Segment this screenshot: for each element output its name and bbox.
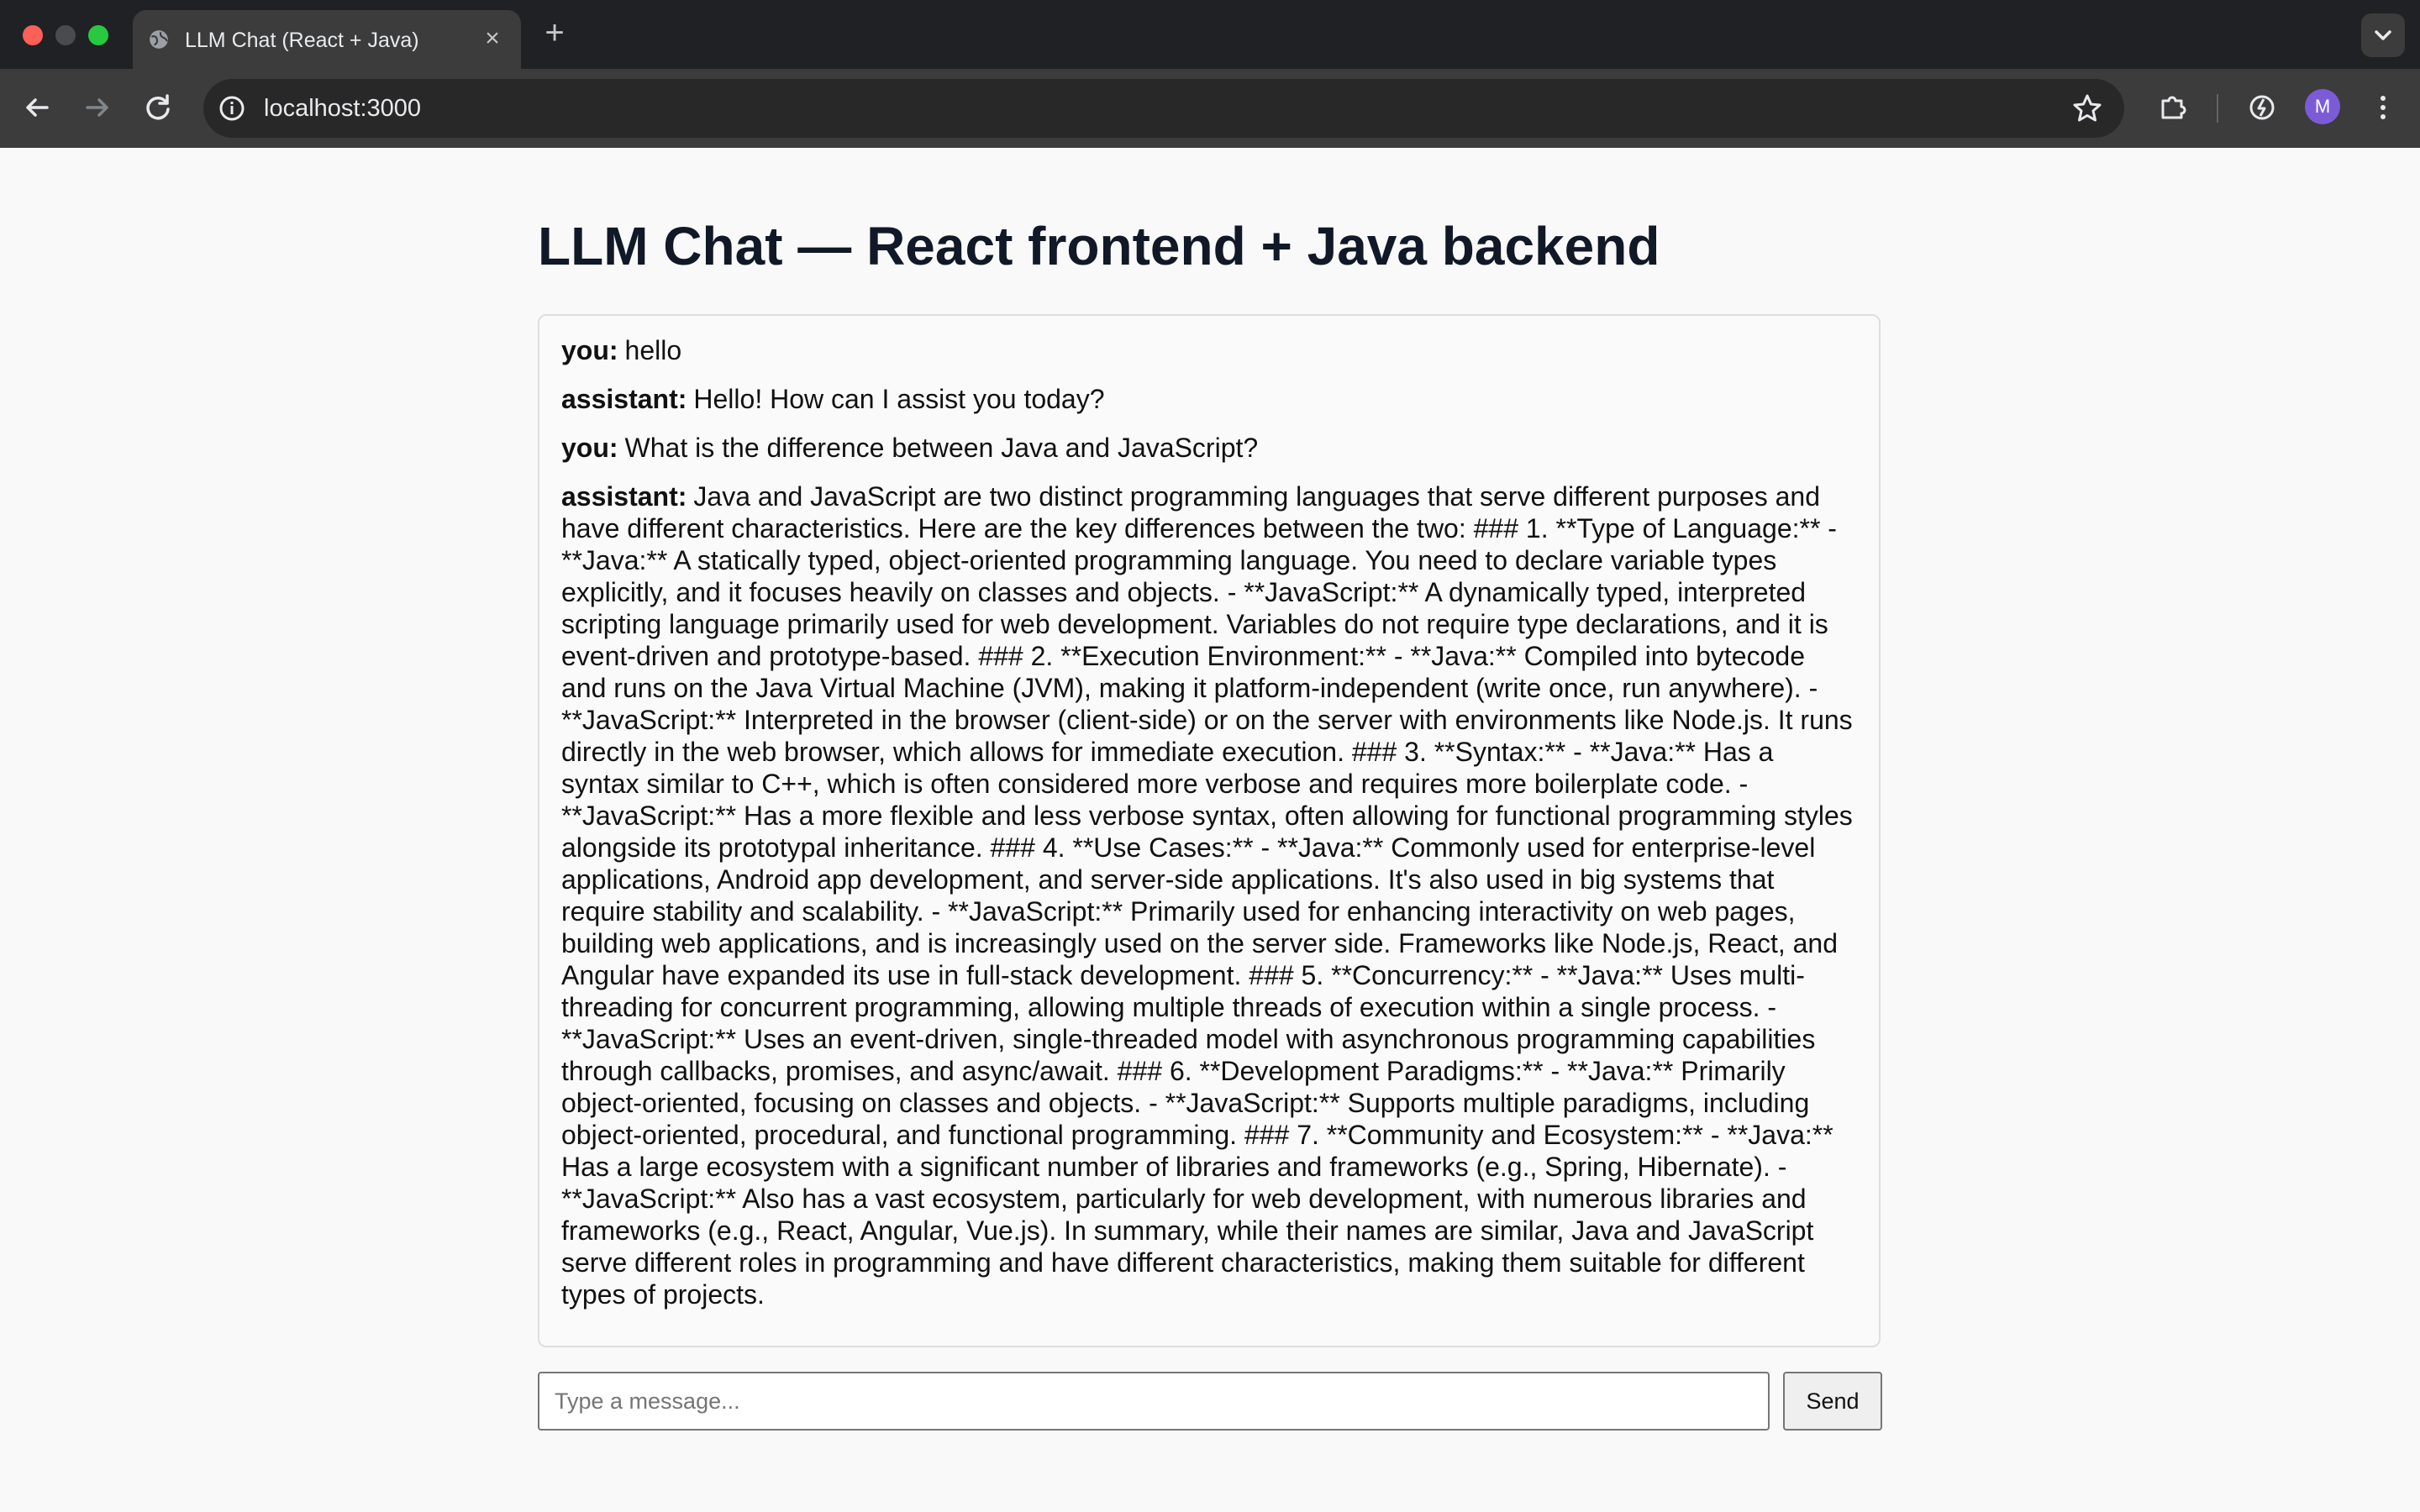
plus-icon[interactable]: + [538, 16, 571, 50]
window-close-button[interactable] [23, 25, 43, 45]
reload-icon[interactable] [138, 87, 178, 128]
page-title: LLM Chat — React frontend + Java backend [538, 216, 1660, 276]
browser-tab-bar: LLM Chat (React + Java) × + [0, 0, 2420, 69]
message-input[interactable] [538, 1372, 1770, 1431]
tab-search-button[interactable] [2361, 13, 2405, 57]
chevron-down-icon [2375, 30, 2391, 40]
window-minimize-button[interactable] [55, 25, 76, 45]
send-button[interactable]: Send [1783, 1372, 1882, 1431]
more-menu-icon[interactable] [2363, 87, 2403, 128]
message-role: assistant: [561, 481, 687, 512]
tab-title: LLM Chat (React + Java) [185, 29, 419, 52]
message-text: hello [624, 335, 682, 365]
message-text: Hello! How can I assist you today? [693, 384, 1105, 414]
page-content: LLM Chat — React frontend + Java backend… [0, 148, 2420, 1512]
chat-message: assistant: Hello! How can I assist you to… [561, 383, 1857, 415]
arrow-right-icon[interactable] [77, 87, 118, 128]
window-maximize-button[interactable] [88, 25, 108, 45]
avatar[interactable]: M [2305, 89, 2340, 124]
message-role: assistant: [561, 384, 687, 414]
globe-icon [150, 30, 168, 49]
toolbar-divider [2217, 94, 2218, 123]
chat-message: assistant: Java and JavaScript are two di… [561, 480, 1857, 1310]
chat-message: you: What is the difference between Java … [561, 432, 1857, 464]
puzzle-icon[interactable] [2153, 87, 2193, 128]
chat-message: you: hello [561, 334, 1857, 366]
close-icon[interactable]: × [479, 25, 506, 52]
gauge-icon[interactable] [2242, 87, 2282, 128]
browser-toolbar: localhost:3000 M [0, 69, 2420, 148]
arrow-left-icon[interactable] [17, 87, 57, 128]
url-text: localhost:3000 [264, 95, 422, 122]
message-role: you: [561, 335, 618, 365]
browser-tab-active[interactable]: LLM Chat (React + Java) × [133, 10, 521, 69]
info-icon[interactable] [212, 88, 252, 129]
chat-transcript[interactable]: you: hello assistant: Hello! How can I ass… [538, 314, 1881, 1347]
message-role: you: [561, 433, 618, 463]
message-text: Java and JavaScript are two distinct pro… [561, 481, 1853, 1310]
address-bar[interactable]: localhost:3000 [203, 79, 2124, 138]
star-icon[interactable] [2070, 92, 2104, 125]
message-text: What is the difference between Java and … [624, 433, 1259, 463]
